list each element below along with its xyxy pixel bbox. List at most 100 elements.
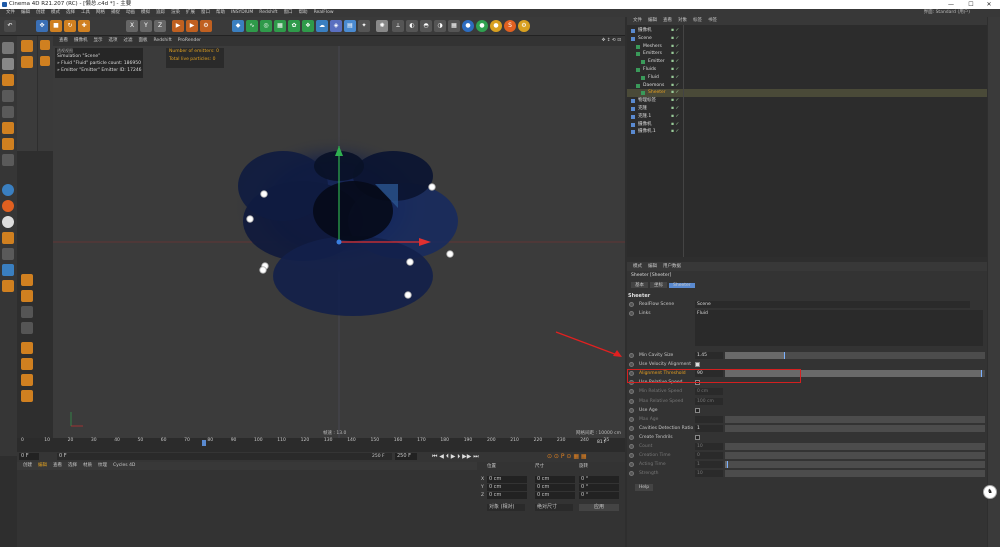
keyframe-dot[interactable] [629,416,634,422]
tool-b-icon[interactable]: ◐ [406,20,418,32]
viewport-pan-icon[interactable] [40,56,50,66]
menu-item[interactable]: RealFlow [314,10,334,15]
maximize-button[interactable]: ☐ [962,0,980,9]
y-size-field[interactable]: 0 cm [535,484,575,491]
attribute-tab[interactable]: Sheeter [669,283,695,288]
select-tool-icon[interactable]: ✚ [78,20,90,32]
mograph-icon[interactable]: ❖ [302,20,314,32]
attribute-value-field[interactable]: 1 [695,461,723,469]
attribute-slider[interactable] [725,443,985,450]
assistant-badge-icon[interactable]: ♞ [983,485,997,499]
menu-item[interactable]: 模拟 [141,10,150,15]
menu-item[interactable]: 扩展 [186,10,195,15]
scale-tool-icon[interactable]: ■ [50,20,62,32]
help-button[interactable]: Help [635,484,653,491]
menu-item[interactable]: 创建 [36,10,45,15]
weld-icon[interactable] [21,374,33,386]
links-list[interactable]: Fluid [695,310,983,346]
keyframe-dot[interactable] [629,453,634,459]
keyframe-dot[interactable] [629,398,634,404]
attribute-value-field[interactable]: 0 cm [695,388,723,396]
camera-icon[interactable]: ▤ [344,20,356,32]
preview-start-field[interactable]: 0 F [57,453,392,460]
points-mode-icon[interactable] [2,106,14,118]
attribute-value-field[interactable]: 0 [695,452,723,460]
attribute-slider[interactable] [725,424,985,432]
move-tool-button[interactable]: ✥ [36,20,48,32]
render-view-icon[interactable]: ▶ [172,20,184,32]
coordinate-mode-select[interactable]: 对象 (相对) [487,504,525,511]
plugin-yellow-icon[interactable]: ● [490,20,502,32]
plugin-s-white-icon[interactable] [2,216,14,228]
menu-item[interactable]: 捕捉 [111,10,120,15]
attribute-menu-item[interactable]: 模式 [633,264,642,269]
attribute-slider[interactable] [725,415,985,423]
dots-grid-2-icon[interactable] [21,322,33,334]
attribute-value-field[interactable]: 1.45 [695,352,723,359]
render-settings-icon[interactable]: ⚙ [200,20,212,32]
attribute-menu-item[interactable]: 用户数据 [663,264,681,269]
object-row[interactable]: Fluid ▪ ✓ [627,74,987,82]
grid-icon[interactable]: ▦ [448,20,460,32]
timeline-playhead[interactable] [202,440,206,446]
light-icon[interactable]: ✦ [358,20,370,32]
menu-item[interactable]: INSYDIUM [231,10,253,15]
deformer-icon[interactable]: ✿ [288,20,300,32]
viewport-menu-item[interactable]: 显示 [94,38,103,43]
menu-item[interactable]: 帮助 [216,10,225,15]
x-size-field[interactable]: 0 cm [535,476,575,483]
bottom-tab[interactable]: 纹理 [98,463,107,468]
menu-item[interactable]: 网格 [96,10,105,15]
viewport-menu-item[interactable]: 面板 [139,38,148,43]
object-row[interactable]: Sheeter ▪ ✓ [627,89,987,98]
attribute-checkbox[interactable] [695,362,700,368]
object-row[interactable]: Emitter ▪ ✓ [627,58,987,66]
visibility-toggle-icon[interactable]: ▪ ✓ [671,82,679,90]
viewport-menu-item[interactable]: 查看 [59,38,68,43]
size-mode-select[interactable]: 绝对尺寸 [535,504,573,511]
environment-icon[interactable]: ☁ [316,20,328,32]
realflow-scene-field[interactable]: Scene [695,301,970,308]
keyframe-dot[interactable] [629,444,634,449]
plugin-blue-icon[interactable]: ● [462,20,474,32]
playback-controls[interactable]: ⏮ ◀ ⏴ ▶ ⏵ ▶▶ ⏭ [432,453,479,460]
object-row[interactable]: 克隆 ▪ ✓ [627,105,987,113]
bottom-tab[interactable]: 查看 [53,463,62,468]
keyframe-dot[interactable] [629,362,634,368]
plugin-s-blue-icon[interactable] [2,184,14,196]
visibility-toggle-icon[interactable]: ▪ ✓ [671,121,679,129]
attribute-value-field[interactable]: 100 cm [695,397,723,405]
p-rotation-field[interactable]: 0 ° [579,484,619,491]
visibility-toggle-icon[interactable]: ▪ ✓ [671,58,679,66]
snap-icon[interactable] [2,264,14,276]
visibility-toggle-icon[interactable]: ▪ ✓ [671,105,679,113]
visibility-toggle-icon[interactable]: ▪ ✓ [671,89,679,97]
keyframe-dot[interactable] [629,302,634,307]
object-row[interactable]: Daemons ▪ ✓ [627,82,987,90]
attribute-value-field[interactable]: 1 [695,424,723,432]
search-icon[interactable] [21,40,33,52]
attribute-value-field[interactable] [695,415,723,423]
object-menu-item[interactable]: 编辑 [648,18,657,23]
z-position-field[interactable]: 0 cm [487,492,527,499]
attribute-menu-item[interactable]: 编辑 [648,264,657,269]
knife-icon[interactable] [21,274,33,286]
attribute-value-field[interactable]: 10 [695,443,723,450]
plugin-s-orange-icon[interactable] [2,200,14,212]
keyframe-dot[interactable] [629,389,634,395]
attribute-slider[interactable] [725,452,985,460]
brush-icon[interactable] [21,358,33,370]
object-row[interactable]: Meshers ▪ ✓ [627,43,987,51]
menu-item[interactable]: 编辑 [21,10,30,15]
timeline-ruler[interactable]: 0 10 20 30 40 50 60 70 80 90 100 110 120 130 140 150 160… [17,438,625,446]
mode-icon[interactable] [2,42,14,54]
polygons-mode-icon[interactable] [2,138,14,150]
b-rotation-field[interactable]: 0 ° [579,492,619,499]
plugin-green-icon[interactable]: ● [476,20,488,32]
object-menu-item[interactable]: 文件 [633,18,642,23]
bottom-tab[interactable]: Cycles 4D [113,463,135,468]
viewport-menu-item[interactable]: Redshift [154,38,172,43]
x-axis-button[interactable]: X [126,20,138,32]
menu-item[interactable]: 窗口 [201,10,210,15]
keyframe-dot[interactable] [629,425,634,431]
